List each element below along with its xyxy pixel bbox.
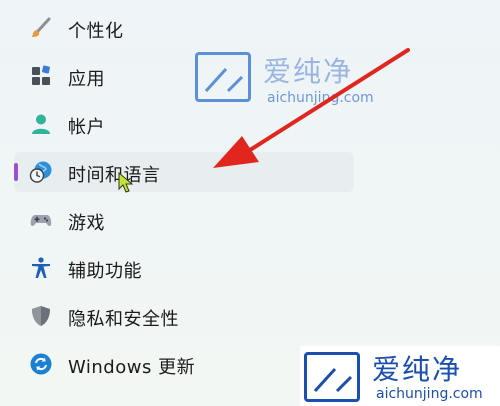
annotation-arrow	[213, 48, 410, 168]
mouse-cursor-icon	[118, 172, 134, 193]
